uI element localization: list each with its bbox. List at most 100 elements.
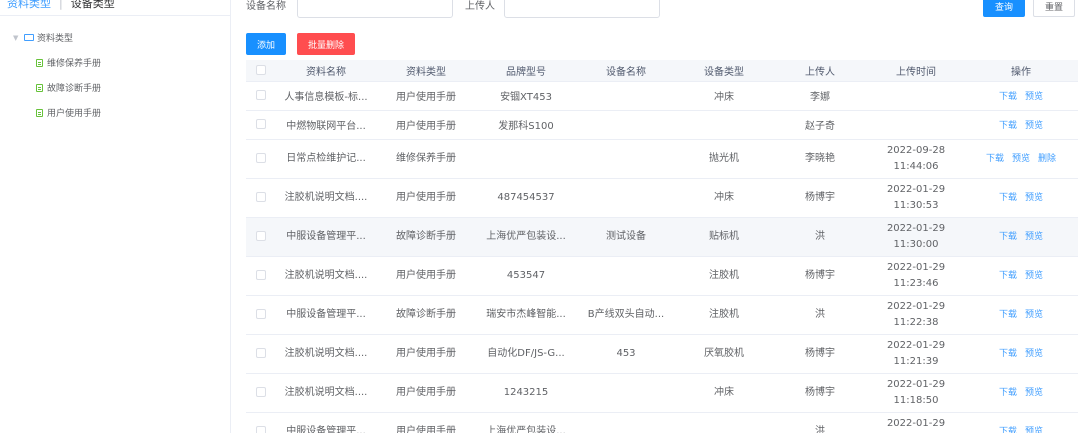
cell-brand: 487454537 xyxy=(476,178,576,218)
document-icon xyxy=(36,108,43,117)
table-row[interactable]: 注胶机说明文档.... 用户使用手册 自动化DF/JS-G... 453 厌氧胶机 杨博宇… xyxy=(246,334,1078,374)
table-row[interactable]: 中服设备管理平...用户使用手册上海优严包装设... 洪2022-01-29 10… xyxy=(246,412,1078,433)
row-checkbox[interactable] xyxy=(256,119,266,129)
cell-device-type: 冲床 xyxy=(676,178,772,218)
cell-name: 中服设备管理平... xyxy=(276,295,376,335)
header-device-type: 设备类型 xyxy=(676,60,772,82)
cell-device xyxy=(576,256,676,296)
device-name-input[interactable] xyxy=(297,0,453,18)
row-select-cell[interactable] xyxy=(246,81,276,111)
cell-device-type xyxy=(676,110,772,140)
preview-link[interactable]: 预览 xyxy=(1025,271,1043,281)
row-checkbox[interactable] xyxy=(256,425,266,433)
preview-link[interactable]: 预览 xyxy=(1025,388,1043,398)
cell-name: 日常点检维护记... xyxy=(276,139,376,179)
download-link[interactable]: 下载 xyxy=(999,271,1017,281)
table-row[interactable]: 中燃物联网平台... 用户使用手册 发那科S100 赵子奇 下载 预览 xyxy=(246,110,1078,140)
table-row[interactable]: 注胶机说明文档.... 用户使用手册 453547 注胶机 杨博宇 2022-01-29 … xyxy=(246,256,1078,296)
cell-uploader: 杨博宇 xyxy=(772,373,868,413)
cell-name: 中服设备管理平... xyxy=(276,412,376,433)
preview-link[interactable]: 预览 xyxy=(1025,92,1043,102)
select-all-checkbox[interactable] xyxy=(256,64,266,75)
download-link[interactable]: 下载 xyxy=(999,310,1017,320)
cell-device-type: 抛光机 xyxy=(676,139,772,179)
preview-link[interactable]: 预览 xyxy=(1025,193,1043,203)
table-row[interactable]: 注胶机说明文档.... 用户使用手册 487454537 冲床 杨博宇 2022-01-2… xyxy=(246,178,1078,218)
cell-time: 2022-01-29 11:30:53 xyxy=(868,178,964,218)
download-link[interactable]: 下载 xyxy=(999,92,1017,102)
uploader-input[interactable] xyxy=(504,0,660,18)
cell-device-type: 注胶机 xyxy=(676,256,772,296)
row-select-cell[interactable] xyxy=(246,334,276,374)
row-select-cell[interactable] xyxy=(246,256,276,296)
cell-uploader: 赵子奇 xyxy=(772,110,868,140)
table-row[interactable]: 中服设备管理平... 故障诊断手册 上海优严包装设... 测试设备 贴标机洪 2022-0… xyxy=(246,217,1078,257)
row-checkbox[interactable] xyxy=(256,191,266,202)
row-checkbox[interactable] xyxy=(256,152,266,163)
header-time: 上传时间 xyxy=(868,60,964,82)
header-select-cell[interactable] xyxy=(246,60,276,82)
tree-node-label: 用户使用手册 xyxy=(47,109,102,119)
row-select-cell[interactable] xyxy=(246,412,276,433)
reset-button[interactable]: 重置 xyxy=(1033,0,1075,17)
tab-device-type[interactable]: 设备类型 xyxy=(71,0,115,11)
tree-node-user-manual[interactable]: 用户使用手册 xyxy=(0,100,230,125)
row-checkbox[interactable] xyxy=(256,308,266,319)
download-link[interactable]: 下载 xyxy=(999,427,1017,433)
preview-link[interactable]: 预览 xyxy=(1025,349,1043,359)
row-checkbox[interactable] xyxy=(256,347,266,358)
row-checkbox[interactable] xyxy=(256,230,266,241)
cell-uploader: 洪 xyxy=(772,217,868,257)
cell-device-type: 注胶机 xyxy=(676,295,772,335)
row-select-cell[interactable] xyxy=(246,217,276,257)
cell-device-type: 厌氧胶机 xyxy=(676,334,772,374)
tab-separator: | xyxy=(59,0,63,10)
tree-node-diagnosis[interactable]: 故障诊断手册 xyxy=(0,75,230,100)
cell-brand: 上海优严包装设... xyxy=(476,412,576,433)
category-tree: ▼ 资料类型 维修保养手册 故障诊断手册 用户使用手册 xyxy=(0,25,230,125)
download-link[interactable]: 下载 xyxy=(999,388,1017,398)
row-select-cell[interactable] xyxy=(246,295,276,335)
header-name: 资料名称 xyxy=(276,60,376,82)
tree-node-maintenance[interactable]: 维修保养手册 xyxy=(0,50,230,75)
preview-link[interactable]: 预览 xyxy=(1025,121,1043,131)
row-checkbox[interactable] xyxy=(256,386,266,397)
tab-material-type[interactable]: 资料类型 xyxy=(7,0,51,11)
download-link[interactable]: 下载 xyxy=(999,121,1017,131)
add-button[interactable]: 添加 xyxy=(246,33,286,55)
table-row[interactable]: 人事信息模板-标... 用户使用手册 安锢XT453 冲床 李娜 下载 预览 xyxy=(246,81,1078,111)
tree-node-label: 故障诊断手册 xyxy=(47,84,102,94)
header-ops: 操作 xyxy=(964,60,1078,82)
preview-link[interactable]: 预览 xyxy=(1012,154,1030,164)
cell-uploader: 洪 xyxy=(772,412,868,433)
preview-link[interactable]: 预览 xyxy=(1025,310,1043,320)
delete-link[interactable]: 删除 xyxy=(1038,154,1056,164)
download-link[interactable]: 下载 xyxy=(999,349,1017,359)
tree-node-root[interactable]: ▼ 资料类型 xyxy=(0,25,230,50)
cell-uploader: 李娜 xyxy=(772,81,868,111)
row-select-cell[interactable] xyxy=(246,110,276,140)
download-link[interactable]: 下载 xyxy=(986,154,1004,164)
row-select-cell[interactable] xyxy=(246,373,276,413)
caret-down-icon[interactable]: ▼ xyxy=(13,34,21,42)
download-link[interactable]: 下载 xyxy=(999,193,1017,203)
cell-type: 用户使用手册 xyxy=(376,110,476,140)
cell-ops: 下载 预览 删除 xyxy=(964,139,1078,179)
cell-name: 中服设备管理平... xyxy=(276,217,376,257)
row-checkbox[interactable] xyxy=(256,269,266,280)
table-row[interactable]: 注胶机说明文档.... 用户使用手册 1243215 冲床 杨博宇 2022-01-29 … xyxy=(246,373,1078,413)
query-button[interactable]: 查询 xyxy=(983,0,1025,17)
sidebar-divider xyxy=(0,15,230,16)
table-row[interactable]: 日常点检维护记... 维修保养手册 抛光机 李晓艳 2022-09-28 11:44:0… xyxy=(246,139,1078,179)
batch-delete-button[interactable]: 批量删除 xyxy=(297,33,355,55)
table-row[interactable]: 中服设备管理平... 故障诊断手册 瑞安市杰峰智能... B产线双头自动... 注胶机洪… xyxy=(246,295,1078,335)
row-select-cell[interactable] xyxy=(246,178,276,218)
row-checkbox[interactable] xyxy=(256,90,266,100)
app-root: 资料类型 | 设备类型 ▼ 资料类型 维修保养手册 故障诊断手册 用户使用手册 xyxy=(0,0,1080,433)
row-select-cell[interactable] xyxy=(246,139,276,179)
preview-link[interactable]: 预览 xyxy=(1025,427,1043,433)
preview-link[interactable]: 预览 xyxy=(1025,232,1043,242)
download-link[interactable]: 下载 xyxy=(999,232,1017,242)
sidebar-tabs: 资料类型 | 设备类型 xyxy=(7,0,115,13)
cell-time: 2022-01-29 10:54: xyxy=(868,412,964,433)
